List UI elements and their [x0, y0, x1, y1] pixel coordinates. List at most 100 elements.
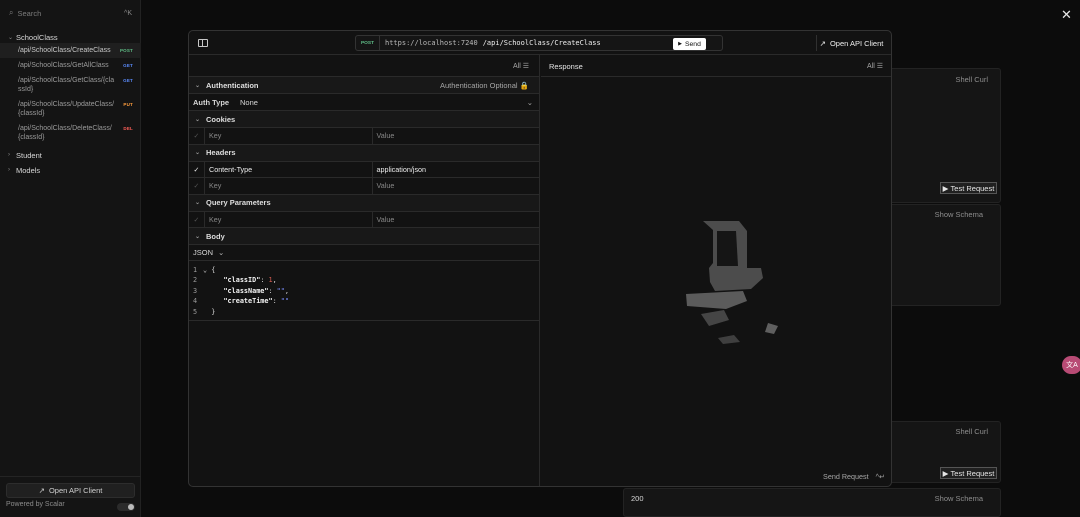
line-number: 3: [193, 286, 198, 295]
method-badge: DEL: [123, 126, 133, 131]
endpoint-path: /api/SchoolClass/GetClass/{classId}: [18, 77, 115, 93]
json-value: "": [276, 286, 285, 295]
auth-status: Authentication Optional 🔒: [440, 81, 529, 90]
json-value: 1: [268, 276, 273, 285]
shell-curl-label[interactable]: Shell Curl: [955, 427, 988, 436]
filter-label: All: [866, 63, 875, 70]
endpoint-path: /api/SchoolClass/CreateClass: [18, 47, 111, 54]
translate-button[interactable]: 文A: [1062, 356, 1080, 374]
search-bar[interactable]: ⌕ Search ^K: [4, 5, 137, 21]
auth-type-row[interactable]: Auth Type None ⌄: [189, 94, 539, 111]
body-section[interactable]: ⌄ Body: [189, 228, 539, 245]
method-badge: GET: [123, 78, 133, 83]
sidebar-toggle-icon[interactable]: [198, 39, 208, 47]
chevron-down-icon: ⌄: [526, 97, 533, 107]
api-client-modal: POST https://localhost:7240 /api/SchoolC…: [188, 30, 892, 487]
query-row: ✓ Key Value: [189, 211, 540, 228]
request-pane: All ☰ ⌄ Authentication Authentication Op…: [189, 55, 540, 486]
close-icon[interactable]: ✕: [1061, 7, 1072, 23]
method-badge: PUT: [123, 102, 133, 107]
query-parameters-section[interactable]: ⌄ Query Parameters: [189, 194, 539, 212]
response-pane: Response All ☰ Send Request ^↵: [541, 55, 891, 486]
play-icon: ▶: [942, 468, 951, 478]
scalar-ascii-logo: [686, 221, 778, 344]
test-request-button[interactable]: ▶ Test Request: [940, 467, 997, 479]
keyboard-shortcut: ^↵: [875, 472, 885, 481]
section-title: Authentication: [206, 80, 259, 90]
show-schema-label[interactable]: Show Schema: [935, 494, 983, 503]
method-badge: GET: [123, 63, 133, 68]
request-path[interactable]: /api/SchoolClass/CreateClass: [483, 39, 601, 47]
headers-section[interactable]: ⌄ Headers: [189, 144, 539, 162]
request-method[interactable]: POST: [356, 36, 380, 50]
checkbox[interactable]: ✓: [189, 128, 205, 144]
line-number: 2: [193, 276, 198, 285]
request-address-bar[interactable]: POST https://localhost:7240 /api/SchoolC…: [355, 35, 723, 51]
line-number: 4: [193, 297, 198, 306]
checkbox[interactable]: ✓: [189, 178, 205, 194]
section-title: Body: [206, 231, 225, 241]
filter-icon: ☰: [876, 63, 883, 70]
endpoint-path: /api/SchoolClass/GetAllClass: [18, 62, 109, 69]
chevron-right-icon: ›: [8, 167, 10, 173]
auth-status-label: Authentication Optional: [440, 80, 518, 90]
open-api-client-button[interactable]: ↗ Open API Client: [816, 35, 886, 51]
theme-toggle[interactable]: [117, 503, 135, 511]
value-input[interactable]: Value: [373, 178, 540, 194]
sidebar-endpoint[interactable]: /api/SchoolClass/UpdateClass/{classId} P…: [0, 97, 141, 121]
sidebar-group-schoolclass[interactable]: ⌄ SchoolClass: [0, 31, 141, 43]
json-key: "classID": [223, 276, 261, 285]
json-brace: }: [211, 307, 216, 316]
send-request-hint[interactable]: Send Request ^↵: [823, 472, 885, 481]
button-label: Test Request: [950, 468, 995, 478]
sidebar-endpoint[interactable]: /api/SchoolClass/DeleteClass/{classId} D…: [0, 121, 141, 145]
json-key: "className": [223, 286, 269, 295]
checkbox[interactable]: ✓: [189, 211, 205, 227]
response-title: Response: [549, 62, 583, 71]
translate-icon: 文A: [1066, 362, 1078, 369]
open-api-client-button[interactable]: ↗ Open API Client: [6, 483, 135, 498]
code-line: 3 "className": "",: [193, 286, 289, 295]
chevron-down-icon: ⌄: [195, 233, 201, 240]
chevron-down-icon: ⌄: [195, 82, 201, 89]
send-button[interactable]: ▶ Send: [673, 38, 706, 50]
sidebar-endpoint[interactable]: /api/SchoolClass/GetAllClass GET: [0, 58, 141, 73]
key-input[interactable]: Key: [205, 211, 373, 227]
play-icon: ▶: [942, 183, 951, 193]
json-body-editor[interactable]: 1 ⌄ { 2 "classID": 1, 3 "className": "", …: [189, 261, 539, 321]
key-input[interactable]: Content-Type: [205, 161, 373, 177]
response-card: 200 Show Schema: [623, 488, 1001, 517]
test-request-button[interactable]: ▶ Test Request: [940, 182, 997, 194]
request-filter-bar: All ☰: [189, 55, 539, 77]
shell-curl-label[interactable]: Shell Curl: [955, 75, 988, 84]
sidebar-endpoint[interactable]: /api/SchoolClass/GetClass/{classId} GET: [0, 73, 141, 97]
show-schema-label[interactable]: Show Schema: [935, 210, 983, 219]
filter-dropdown[interactable]: All ☰: [513, 62, 529, 70]
request-host: https://localhost:7240: [385, 39, 478, 47]
sidebar-endpoint[interactable]: /api/SchoolClass/CreateClass POST: [0, 43, 141, 58]
value-input[interactable]: application/json: [373, 162, 540, 178]
chevron-down-icon: ⌄: [195, 150, 201, 156]
body-format-select[interactable]: JSON ⌄: [189, 245, 539, 261]
json-value: "": [280, 297, 289, 306]
powered-by-text: Powered by Scalar: [6, 501, 65, 508]
line-number: 1: [193, 266, 198, 274]
section-title: Cookies: [206, 114, 236, 124]
status-code: 200: [631, 494, 644, 503]
code-line: 5 }: [193, 307, 539, 317]
key-input[interactable]: Key: [205, 178, 373, 194]
key-input[interactable]: Key: [205, 128, 373, 144]
fold-icon[interactable]: ⌄: [203, 266, 207, 274]
sidebar-group-models[interactable]: › Models: [0, 164, 141, 176]
value-input[interactable]: Value: [373, 128, 540, 144]
arrow-up-right-icon: ↗: [819, 38, 826, 48]
filter-dropdown[interactable]: All ☰: [867, 62, 883, 70]
header-row: ✓ Content-Type application/json: [189, 161, 540, 178]
cookies-section[interactable]: ⌄ Cookies: [189, 111, 539, 128]
checkbox[interactable]: ✓: [189, 161, 205, 177]
value-input[interactable]: Value: [373, 212, 540, 228]
code-line: 4 "createTime": "": [193, 297, 289, 306]
sidebar-group-student[interactable]: › Student: [0, 149, 141, 161]
authentication-section[interactable]: ⌄ Authentication Authentication Optional…: [189, 77, 539, 94]
button-label: Open API Client: [48, 486, 103, 495]
